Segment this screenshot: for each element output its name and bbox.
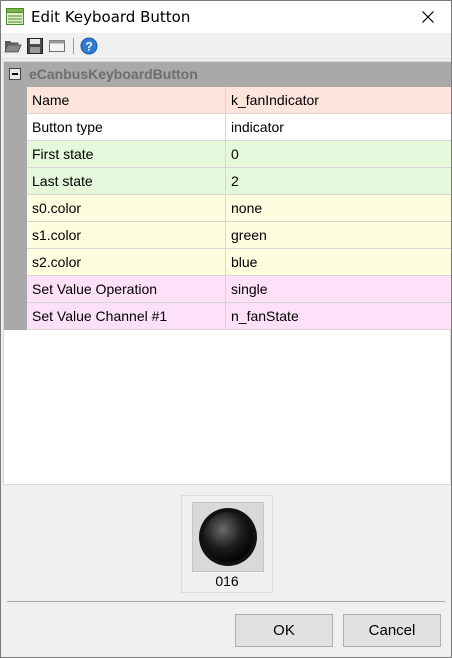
button-preview: 016 [181, 495, 273, 593]
property-name: First state [27, 141, 226, 167]
property-row[interactable]: s2.color blue [27, 249, 451, 276]
property-row[interactable]: s1.color green [27, 222, 451, 249]
preview-label: 016 [215, 573, 239, 589]
property-value[interactable]: 2 [226, 168, 451, 194]
property-name: s1.color [27, 222, 226, 248]
property-value[interactable]: none [226, 195, 451, 221]
edit-keyboard-button-dialog: Edit Keyboard Button ? eCanbusKeyboardBu… [0, 0, 452, 658]
property-value[interactable]: k_fanIndicator [226, 87, 451, 113]
window-title: Edit Keyboard Button [31, 8, 191, 26]
cancel-button[interactable]: Cancel [343, 614, 441, 647]
property-row[interactable]: Set Value Channel #1 n_fanState [27, 303, 451, 330]
save-disk-icon[interactable] [26, 37, 44, 55]
property-value[interactable]: 0 [226, 141, 451, 167]
close-button[interactable] [405, 1, 451, 33]
property-name: Button type [27, 114, 226, 140]
grid-gutter [4, 87, 27, 330]
window-icon[interactable] [48, 37, 66, 55]
category-row[interactable]: eCanbusKeyboardButton [4, 62, 451, 87]
open-folder-icon[interactable] [4, 37, 22, 55]
property-value[interactable]: green [226, 222, 451, 248]
svg-text:?: ? [85, 40, 92, 54]
collapse-minus-icon[interactable] [9, 68, 21, 80]
property-value[interactable]: blue [226, 249, 451, 275]
round-button-icon [199, 508, 257, 566]
toolbar: ? [1, 33, 451, 59]
help-icon[interactable]: ? [80, 37, 98, 55]
ok-button[interactable]: OK [235, 614, 333, 647]
property-row[interactable]: Name k_fanIndicator [27, 87, 451, 114]
divider [7, 601, 445, 602]
property-name: Last state [27, 168, 226, 194]
preview-button-frame[interactable] [192, 502, 264, 572]
property-row[interactable]: First state 0 [27, 141, 451, 168]
property-row[interactable]: s0.color none [27, 195, 451, 222]
category-label: eCanbusKeyboardButton [29, 66, 198, 82]
property-name: Set Value Channel #1 [27, 303, 226, 329]
title-bar: Edit Keyboard Button [1, 1, 451, 33]
property-name: Set Value Operation [27, 276, 226, 302]
property-value[interactable]: indicator [226, 114, 451, 140]
property-value[interactable]: n_fanState [226, 303, 451, 329]
property-row[interactable]: Last state 2 [27, 168, 451, 195]
property-value[interactable]: single [226, 276, 451, 302]
close-icon [422, 11, 434, 23]
property-name: s2.color [27, 249, 226, 275]
property-grid: eCanbusKeyboardButton Name k_fanIndicator… [3, 61, 451, 485]
property-row[interactable]: Button type indicator [27, 114, 451, 141]
app-table-icon [6, 8, 24, 25]
property-row[interactable]: Set Value Operation single [27, 276, 451, 303]
toolbar-separator [73, 38, 74, 54]
property-name: Name [27, 87, 226, 113]
property-name: s0.color [27, 195, 226, 221]
